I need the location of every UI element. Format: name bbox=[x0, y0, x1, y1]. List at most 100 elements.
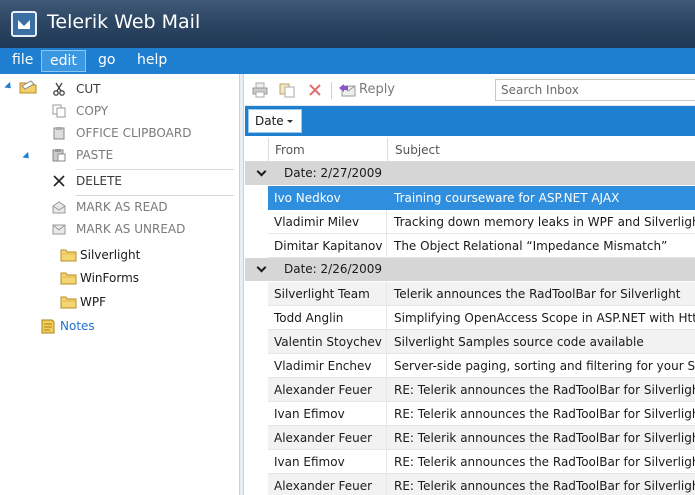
reply-button-label[interactable]: Reply bbox=[359, 82, 395, 97]
subject-cell: Simplifying OpenAccess Scope in ASP.NET … bbox=[387, 306, 695, 330]
app-title: Telerik Web Mail bbox=[47, 11, 201, 33]
envelope-icon bbox=[52, 222, 66, 236]
group-by-date-chip[interactable]: Date bbox=[248, 109, 302, 133]
subject-cell: RE: Telerik announces the RadToolBar for… bbox=[387, 402, 695, 426]
group-chip-label: Date bbox=[255, 114, 284, 128]
office-clipboard-command[interactable]: OFFICE CLIPBOARD bbox=[48, 123, 238, 143]
folder-winforms[interactable]: WinForms bbox=[60, 268, 230, 288]
chevron-down-icon[interactable] bbox=[256, 166, 267, 177]
from-cell: Ivan Efimov bbox=[268, 450, 387, 474]
subject-cell: Silverlight Samples source code availabl… bbox=[387, 330, 695, 354]
from-cell: Alexander Feuer bbox=[268, 474, 387, 495]
column-header-subject[interactable]: Subject bbox=[395, 138, 440, 162]
paste-label: PASTE bbox=[76, 148, 114, 162]
print-icon[interactable] bbox=[252, 82, 268, 98]
tree-expand-icon[interactable] bbox=[4, 81, 14, 92]
group-row[interactable]: Date: 2/27/2009 bbox=[245, 162, 695, 185]
copy-icon[interactable] bbox=[279, 82, 295, 98]
subject-cell: RE: Telerik announces the RadToolBar for… bbox=[387, 426, 695, 450]
from-cell: Alexander Feuer bbox=[268, 426, 387, 450]
search-input[interactable] bbox=[495, 79, 695, 101]
group-row[interactable]: Date: 2/26/2009 bbox=[245, 258, 695, 281]
from-cell: Vladimir Enchev bbox=[268, 354, 387, 378]
chevron-down-icon bbox=[287, 120, 293, 123]
chevron-down-icon[interactable] bbox=[256, 262, 267, 273]
from-cell: Vladimir Milev bbox=[268, 210, 387, 234]
close-icon bbox=[52, 174, 66, 188]
title-bar: Telerik Web Mail bbox=[0, 0, 695, 48]
mark-as-read-label: MARK AS READ bbox=[76, 200, 168, 214]
from-cell: Todd Anglin bbox=[268, 306, 387, 330]
subject-cell: Server-side paging, sorting and filterin… bbox=[387, 354, 695, 378]
table-row[interactable]: Alexander Feuer RE: Telerik announces th… bbox=[245, 426, 695, 450]
table-row[interactable]: Silverlight Team Telerik announces the R… bbox=[245, 282, 695, 306]
folder-silverlight[interactable]: Silverlight bbox=[60, 245, 230, 265]
notes-icon bbox=[40, 319, 56, 340]
column-separator bbox=[268, 138, 269, 162]
from-cell: Ivo Nedkov bbox=[268, 186, 387, 210]
app-logo-icon bbox=[11, 11, 37, 37]
envelope-open-icon bbox=[52, 200, 66, 214]
folder-icon bbox=[60, 295, 77, 315]
cut-command[interactable]: CUT bbox=[48, 79, 238, 99]
table-row[interactable]: Ivo Nedkov Training courseware for ASP.N… bbox=[245, 186, 695, 210]
subject-cell: The Object Relational “Impedance Mismatc… bbox=[387, 234, 695, 258]
message-grid: Date: 2/27/2009 Ivo Nedkov Training cour… bbox=[245, 162, 695, 495]
cut-label: CUT bbox=[76, 82, 101, 96]
scissors-icon bbox=[52, 82, 66, 96]
group-label: Date: 2/27/2009 bbox=[284, 166, 383, 180]
delete-icon[interactable] bbox=[307, 82, 323, 98]
menu-edit[interactable]: edit bbox=[41, 50, 86, 72]
table-row[interactable]: Ivan Efimov RE: Telerik announces the Ra… bbox=[245, 402, 695, 426]
tree-expand-icon-2[interactable] bbox=[22, 151, 32, 162]
table-row[interactable]: Vladimir Milev Tracking down memory leak… bbox=[245, 210, 695, 234]
subject-cell: Training courseware for ASP.NET AJAX bbox=[387, 186, 695, 210]
copy-command[interactable]: COPY bbox=[48, 101, 238, 121]
copy-label: COPY bbox=[76, 104, 109, 118]
mark-as-unread-label: MARK AS UNREAD bbox=[76, 222, 186, 236]
copy-icon bbox=[52, 104, 66, 118]
menu-go[interactable]: go bbox=[90, 50, 123, 72]
delete-label: DELETE bbox=[76, 174, 123, 188]
table-row[interactable]: Todd Anglin Simplifying OpenAccess Scope… bbox=[245, 306, 695, 330]
paste-icon bbox=[52, 148, 66, 162]
table-row[interactable]: Alexander Feuer RE: Telerik announces th… bbox=[245, 474, 695, 495]
folder-icon bbox=[60, 248, 77, 268]
group-label: Date: 2/26/2009 bbox=[284, 262, 383, 276]
from-cell: Ivan Efimov bbox=[268, 402, 387, 426]
from-cell: Valentin Stoychev bbox=[268, 330, 387, 354]
paste-command[interactable]: PASTE bbox=[48, 145, 238, 165]
mail-toolbar: Reply bbox=[245, 74, 695, 106]
table-row[interactable]: Valentin Stoychev Silverlight Samples so… bbox=[245, 330, 695, 354]
from-cell: Dimitar Kapitanov bbox=[268, 234, 387, 258]
subject-cell: RE: Telerik announces the RadToolBar for… bbox=[387, 474, 695, 495]
mark-as-read-command[interactable]: MARK AS READ bbox=[48, 197, 238, 217]
office-clipboard-label: OFFICE CLIPBOARD bbox=[76, 126, 192, 140]
menu-file[interactable]: file bbox=[4, 50, 41, 72]
from-cell: Silverlight Team bbox=[268, 282, 387, 306]
subject-cell: Telerik announces the RadToolBar for Sil… bbox=[387, 282, 695, 306]
left-pane: CUT COPY OFFICE CLIPBOARD PASTE DELETE M… bbox=[0, 74, 240, 495]
notes-link[interactable]: Notes bbox=[40, 316, 210, 336]
table-row[interactable]: Dimitar Kapitanov The Object Relational … bbox=[245, 234, 695, 258]
table-row[interactable]: Ivan Efimov RE: Telerik announces the Ra… bbox=[245, 450, 695, 474]
folder-wpf-label: WPF bbox=[80, 295, 107, 309]
folder-winforms-label: WinForms bbox=[80, 271, 140, 285]
column-header-from[interactable]: From bbox=[275, 138, 305, 162]
table-row[interactable]: Vladimir Enchev Server-side paging, sort… bbox=[245, 354, 695, 378]
subject-cell: Tracking down memory leaks in WPF and Si… bbox=[387, 210, 695, 234]
menu-bar: file edit go help bbox=[0, 48, 695, 74]
delete-command[interactable]: DELETE bbox=[48, 171, 238, 191]
folder-wpf[interactable]: WPF bbox=[60, 292, 230, 312]
table-row[interactable]: Alexander Feuer RE: Telerik announces th… bbox=[245, 378, 695, 402]
mark-as-unread-command[interactable]: MARK AS UNREAD bbox=[48, 219, 238, 239]
inbox-folder-icon bbox=[19, 80, 37, 97]
pane-splitter[interactable] bbox=[240, 74, 244, 495]
subject-cell: RE: Telerik announces the RadToolBar for… bbox=[387, 450, 695, 474]
folder-silverlight-label: Silverlight bbox=[80, 248, 141, 262]
separator bbox=[76, 169, 234, 170]
grid-header: From Subject bbox=[245, 138, 695, 162]
column-separator bbox=[387, 138, 388, 162]
reply-icon[interactable] bbox=[338, 82, 356, 98]
menu-help[interactable]: help bbox=[129, 50, 175, 72]
